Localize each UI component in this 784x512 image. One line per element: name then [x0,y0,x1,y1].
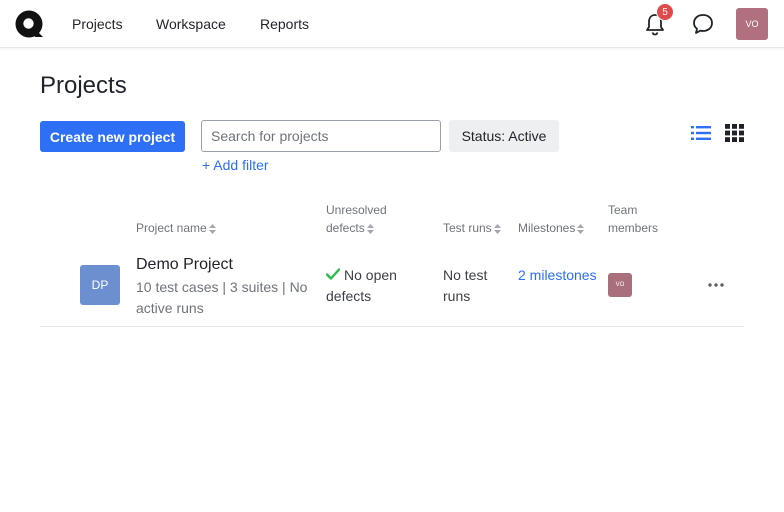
add-filter-link[interactable]: + Add filter [202,157,269,173]
status-filter-button[interactable]: Status: Active [449,120,559,152]
more-options-icon[interactable] [707,278,725,292]
sort-icon [577,223,585,234]
user-avatar[interactable]: VO [736,8,768,40]
project-name-link[interactable]: Demo Project [136,256,233,274]
test-runs-value: No test runs [443,267,488,304]
top-navigation: Projects Workspace Reports 5 VO [0,0,784,48]
nav-projects[interactable]: Projects [72,16,123,32]
unresolved-defects-value: No open defects [326,267,397,304]
create-project-button[interactable]: Create new project [40,121,185,152]
notification-badge: 5 [656,3,674,21]
sort-icon [208,223,216,234]
column-header-milestones[interactable]: Milestones [518,219,585,237]
project-avatar: DP [80,265,120,305]
nav-workspace[interactable]: Workspace [156,16,226,32]
project-summary: 10 test cases | 3 suites | No active run… [136,279,308,316]
column-header-team-members: Team members [608,203,659,235]
list-view-icon[interactable] [691,125,711,141]
column-header-test-runs[interactable]: Test runs [443,219,501,237]
column-header-project-name[interactable]: Project name [136,219,216,237]
sort-icon [366,223,374,234]
sort-icon [493,223,501,234]
team-member-avatar[interactable]: VO [608,273,632,297]
search-input[interactable] [201,120,441,152]
column-header-unresolved-defects[interactable]: Unresolved defects [326,201,387,237]
milestones-link[interactable]: 2 milestones [518,265,598,286]
nav-reports[interactable]: Reports [260,16,309,32]
page-title: Projects [40,72,127,99]
app-logo-icon[interactable] [15,10,44,38]
row-divider [40,326,744,327]
chat-icon[interactable] [692,13,714,35]
grid-view-icon[interactable] [725,124,745,142]
